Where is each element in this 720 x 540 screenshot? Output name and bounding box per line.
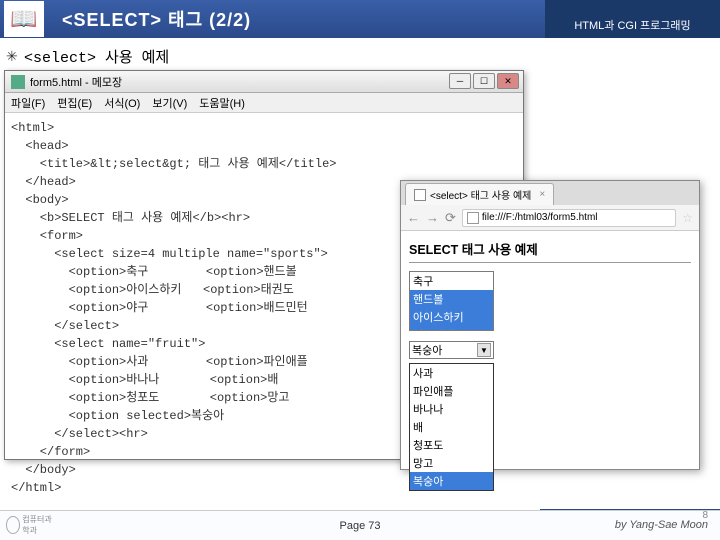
author-credit: 8 by Yang-Sae Moon <box>615 519 708 531</box>
notepad-menubar: 파일(F) 편집(E) 서식(O) 보기(V) 도움말(H) <box>5 93 523 113</box>
list-item[interactable]: 배 <box>410 418 493 436</box>
browser-toolbar: ← → ⟳ file:///F:/html03/form5.html ☆ <box>401 205 699 231</box>
menu-edit[interactable]: 편집(E) <box>57 95 92 111</box>
notepad-title: form5.html - 메모장 <box>30 74 122 90</box>
list-item[interactable]: 아이스하키 <box>410 308 493 326</box>
notepad-icon <box>11 75 25 89</box>
header-avatar-icon: 📖 <box>4 1 44 37</box>
address-bar[interactable]: file:///F:/html03/form5.html <box>462 209 676 227</box>
slide-title: <SELECT> 태그 (2/2) <box>62 6 251 32</box>
reload-icon[interactable]: ⟳ <box>445 210 456 226</box>
menu-file[interactable]: 파일(F) <box>11 95 45 111</box>
list-item[interactable]: 파인애플 <box>410 382 493 400</box>
menu-help[interactable]: 도움말(H) <box>199 95 245 111</box>
author-name: by Yang-Sae Moon <box>615 519 708 531</box>
window-buttons: ─ ☐ ✕ <box>449 73 519 89</box>
browser-content: SELECT 태그 사용 예제 축구 핸드볼 아이스하키 배드민턴 복숭아 ▼ … <box>401 231 699 499</box>
selected-value: 복숭아 <box>412 342 442 358</box>
page-heading: SELECT 태그 사용 예제 <box>409 239 691 258</box>
minimize-button[interactable]: ─ <box>449 73 471 89</box>
menu-format[interactable]: 서식(O) <box>104 95 140 111</box>
forward-icon[interactable]: → <box>426 210 439 225</box>
section-subtitle: <select> 사용 예제 <box>24 46 169 67</box>
file-icon <box>467 212 479 224</box>
page-number: Page 73 <box>340 520 381 532</box>
chevron-down-icon[interactable]: ▼ <box>477 343 491 357</box>
list-item[interactable]: 망고 <box>410 454 493 472</box>
bullet-icon: ✳ <box>6 48 18 65</box>
list-item[interactable]: 청포도 <box>410 436 493 454</box>
notepad-titlebar: form5.html - 메모장 ─ ☐ ✕ <box>5 71 523 93</box>
fruit-dropdown-list: 사과 파인애플 바나나 배 청포도 망고 복숭아 <box>409 363 494 491</box>
list-item[interactable]: 핸드볼 <box>410 290 493 308</box>
close-button[interactable]: ✕ <box>497 73 519 89</box>
slide-number: 8 <box>702 510 708 521</box>
bookmark-icon[interactable]: ☆ <box>682 211 693 225</box>
tab-title: <select> 태그 사용 예제 <box>430 187 531 202</box>
university-logo: 컴퓨터과학과 <box>6 514 56 536</box>
url-text: file:///F:/html03/form5.html <box>482 212 598 223</box>
list-item[interactable]: 사과 <box>410 364 493 382</box>
list-item[interactable]: 바나나 <box>410 400 493 418</box>
browser-tabbar: <select> 태그 사용 예제 × <box>401 181 699 205</box>
slide-footer: 컴퓨터과학과 Page 73 8 by Yang-Sae Moon <box>0 510 720 540</box>
sports-select[interactable]: 축구 핸드볼 아이스하키 배드민턴 <box>409 271 494 331</box>
list-item[interactable]: 배드민턴 <box>410 326 493 331</box>
maximize-button[interactable]: ☐ <box>473 73 495 89</box>
header-subtitle: HTML과 CGI 프로그래밍 <box>545 0 720 38</box>
page-icon <box>414 189 426 201</box>
divider <box>409 262 691 263</box>
slide-header: 📖 <SELECT> 태그 (2/2) HTML과 CGI 프로그래밍 <box>0 0 720 38</box>
menu-view[interactable]: 보기(V) <box>152 95 187 111</box>
list-item[interactable]: 축구 <box>410 272 493 290</box>
browser-window: <select> 태그 사용 예제 × ← → ⟳ file:///F:/htm… <box>400 180 700 470</box>
fruit-select[interactable]: 복숭아 ▼ <box>409 341 494 359</box>
tab-close-icon[interactable]: × <box>539 189 545 200</box>
list-item[interactable]: 복숭아 <box>410 472 493 490</box>
browser-tab[interactable]: <select> 태그 사용 예제 × <box>405 183 554 205</box>
back-icon[interactable]: ← <box>407 210 420 225</box>
